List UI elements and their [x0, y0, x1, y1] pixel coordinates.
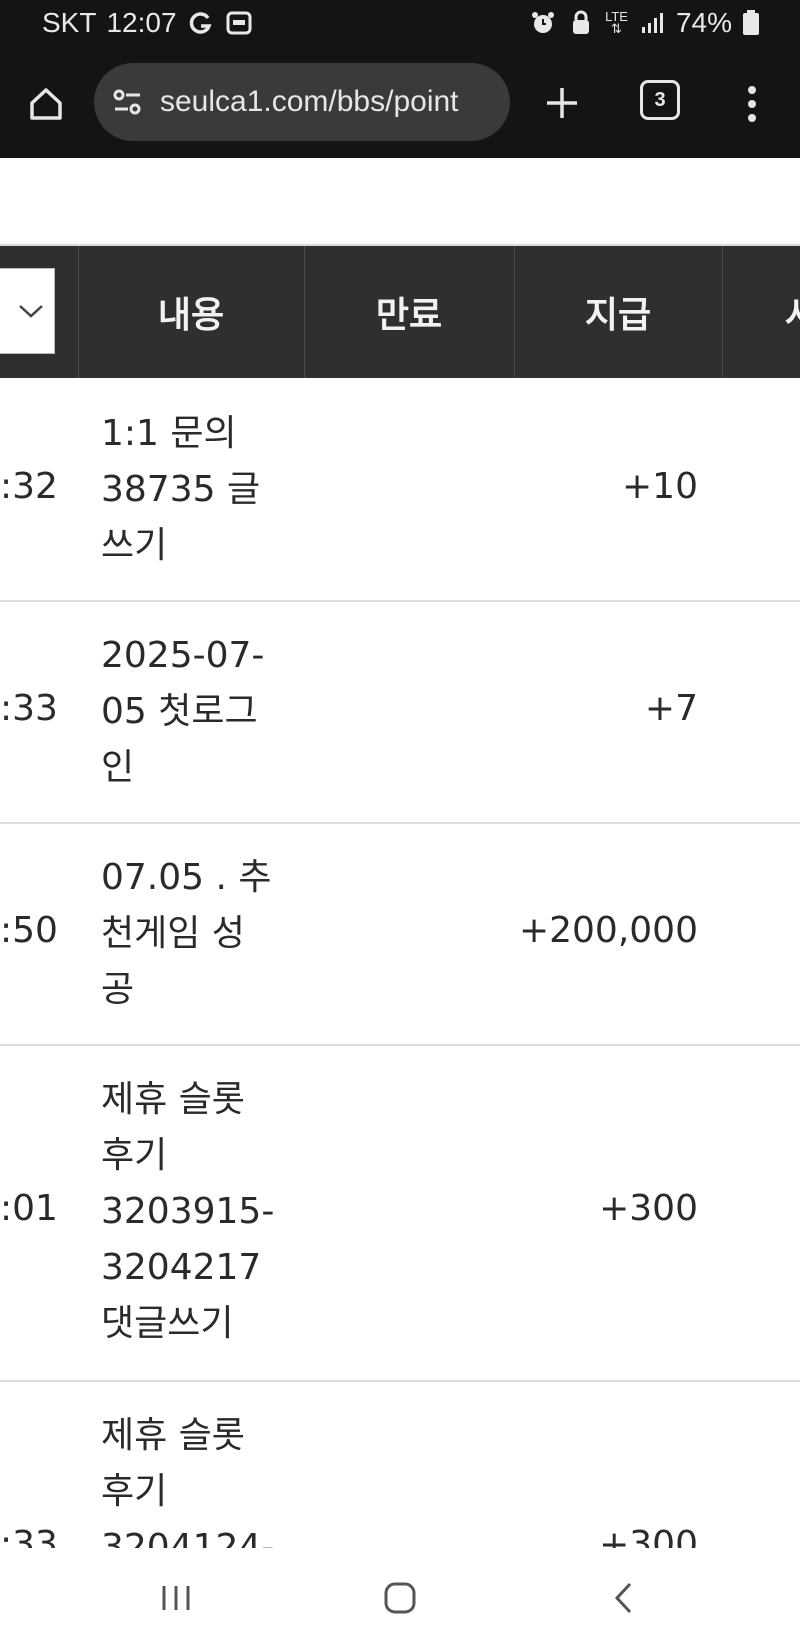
system-nav-bar	[0, 1548, 800, 1645]
row-time: :50	[0, 910, 58, 951]
header-content: 내용	[157, 295, 225, 336]
lock-icon	[573, 10, 590, 34]
status-bar: SKT 12:07 LTE ⇅ 74%	[0, 0, 800, 50]
google-icon	[189, 12, 212, 34]
table-row: :32 1:1 문의 38735 글 쓰기 +10	[0, 378, 800, 602]
more-vert-icon	[748, 86, 756, 122]
table-row: :50 07.05 . 추 천게임 성 공 +200,000	[0, 824, 800, 1046]
row-content: 2025-07- 05 첫로그 인	[101, 635, 265, 788]
filter-select[interactable]	[0, 268, 55, 354]
battery-percent: 74%	[675, 7, 732, 38]
tabs-icon[interactable]: 3	[640, 80, 680, 120]
table-row: :01 제휴 슬롯 후기 3203915- 3204217 댓글쓰기 +300	[0, 1046, 800, 1382]
tab-count: 3	[654, 88, 666, 111]
home-button[interactable]	[20, 78, 72, 130]
row-amount: +300	[599, 1188, 698, 1229]
row-time: :32	[0, 466, 58, 507]
plus-icon	[547, 88, 577, 118]
more-menu-button[interactable]	[732, 76, 772, 132]
row-time: :33	[0, 688, 58, 729]
header-paid: 지급	[584, 295, 652, 336]
recent-apps-icon	[162, 1586, 190, 1610]
browser-toolbar: seulca1.com/bbs/point 3	[0, 50, 800, 158]
battery-icon	[743, 10, 759, 35]
row-content: 1:1 문의 38735 글 쓰기	[101, 413, 261, 566]
table-row: :33 2025-07- 05 첫로그 인 +7	[0, 602, 800, 824]
chevron-down-icon	[19, 305, 43, 318]
page-content: · · · 내용 만료 지급 사 :32 1:1 문의 38735 글 쓰기 +…	[0, 158, 800, 1548]
column-divider	[722, 246, 723, 378]
row-time: :01	[0, 1188, 58, 1229]
signal-icon	[641, 13, 663, 33]
network-type: LTE ⇅	[605, 9, 628, 36]
home-nav-button[interactable]	[370, 1570, 430, 1626]
address-bar[interactable]: seulca1.com/bbs/point	[94, 63, 510, 141]
home-icon	[30, 88, 62, 120]
status-left: SKT 12:07	[42, 7, 253, 39]
table-header: 내용 만료 지급 사	[0, 246, 800, 378]
status-right: LTE ⇅ 74%	[529, 7, 760, 39]
row-content: 제휴 슬롯 후기 3204124-	[101, 1415, 275, 1548]
header-expiry: 만료	[375, 295, 443, 336]
row-time: :33	[0, 1524, 58, 1548]
row-amount: +10	[622, 466, 698, 507]
site-settings-icon[interactable]	[110, 84, 146, 120]
clock: 12:07	[106, 7, 177, 38]
url-text[interactable]: seulca1.com/bbs/point	[160, 85, 459, 119]
row-amount: +300	[599, 1524, 698, 1548]
alarm-icon	[532, 12, 555, 33]
header-partial: 사	[785, 246, 800, 378]
app-badge-icon	[226, 11, 252, 35]
row-content: 07.05 . 추 천게임 성 공	[101, 857, 272, 1010]
new-tab-button[interactable]	[536, 77, 588, 129]
page-heading: · · ·	[20, 158, 71, 168]
recent-apps-button[interactable]	[146, 1570, 206, 1626]
back-button[interactable]	[594, 1570, 654, 1626]
table-row: :33 제휴 슬롯 후기 3204124- +300	[0, 1382, 800, 1548]
row-content: 제휴 슬롯 후기 3203915- 3204217 댓글쓰기	[101, 1079, 275, 1344]
back-icon	[614, 1582, 632, 1614]
row-amount: +200,000	[518, 910, 698, 951]
row-amount: +7	[644, 688, 698, 729]
home-nav-icon	[384, 1582, 416, 1614]
carrier-label: SKT	[42, 7, 97, 38]
